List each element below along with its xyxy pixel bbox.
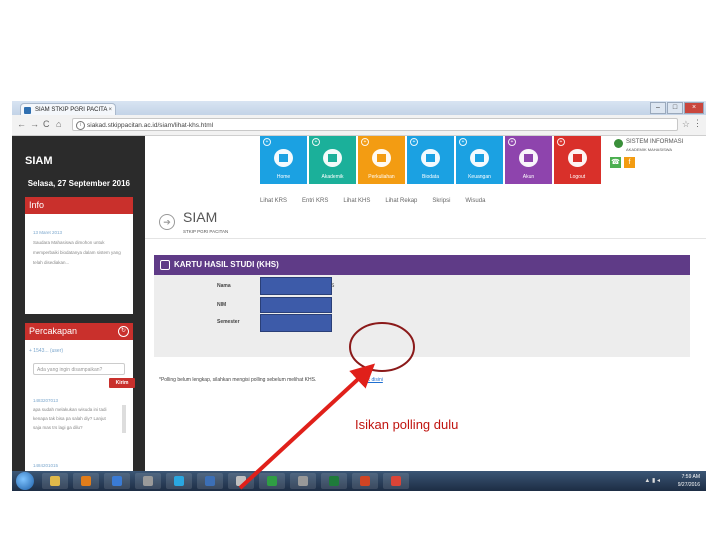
annotation-overlay bbox=[238, 322, 415, 490]
annotation-arrow bbox=[238, 363, 376, 490]
annotation-text: Isikan polling dulu bbox=[355, 417, 459, 432]
highlight-ellipse bbox=[349, 322, 415, 372]
